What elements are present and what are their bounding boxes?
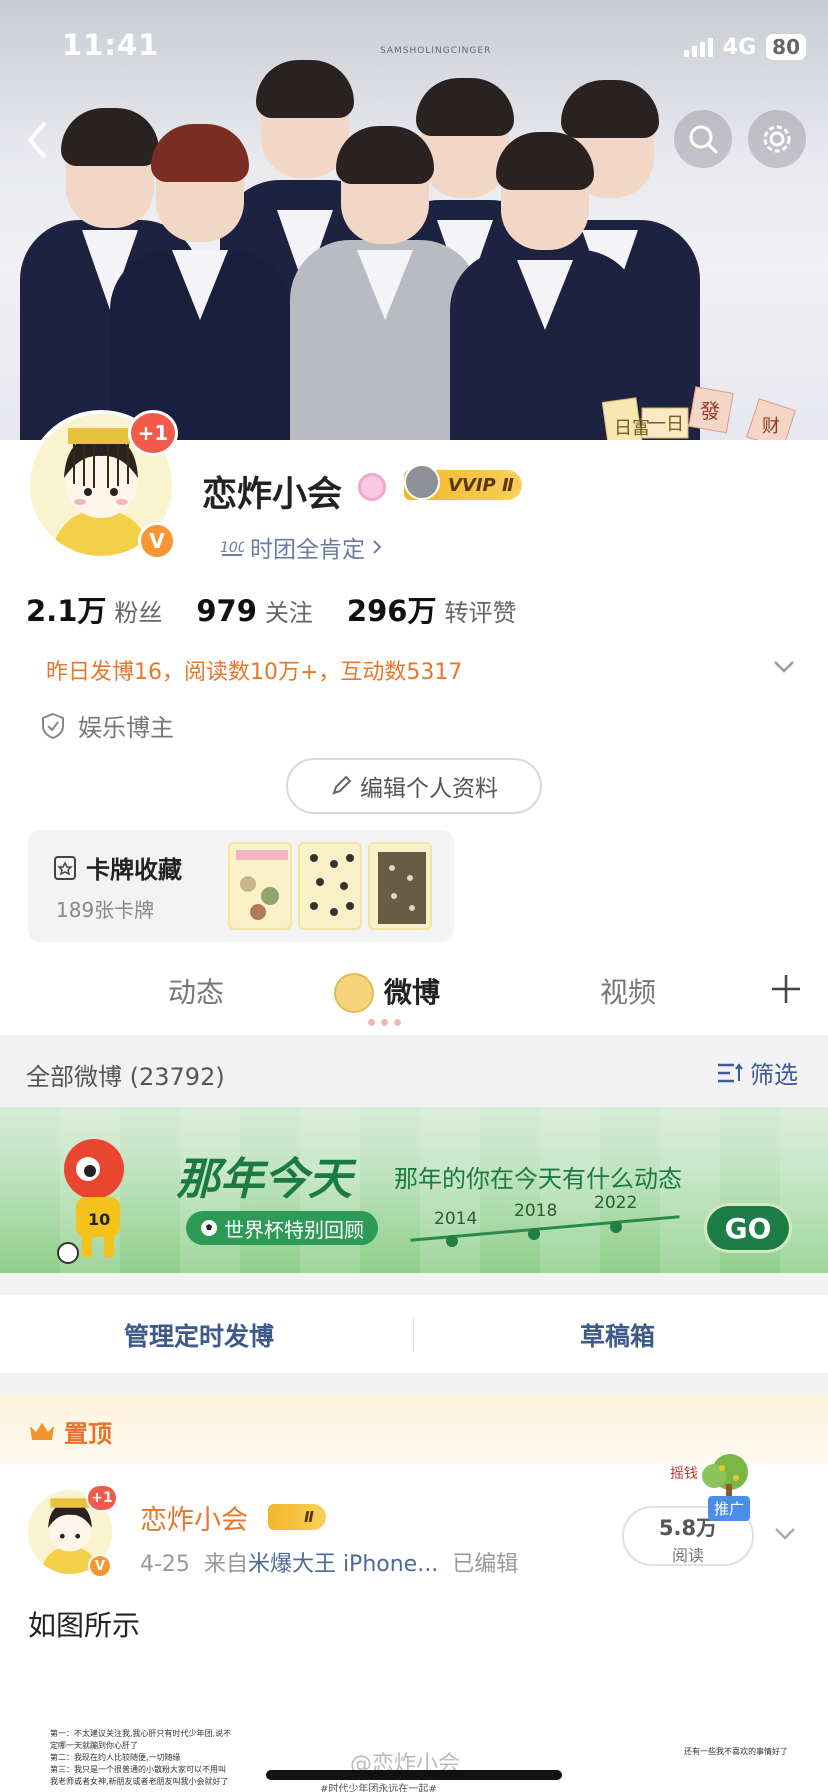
timeline-dot <box>528 1228 540 1240</box>
timeline-dot <box>610 1221 622 1233</box>
status-time: 11:41 <box>62 28 160 62</box>
post-avatar-badge: +1 <box>86 1484 118 1512</box>
mascot-number: 10 <box>88 1210 110 1229</box>
card-collection-title: 卡牌收藏 <box>52 850 182 885</box>
post-vip-badge[interactable]: Ⅱ <box>268 1504 326 1530</box>
post-image-text[interactable]: 第一：不太建议关注我,我心肝只有时代少年团,说不 定哪一天就蹦到你心肝了 第二：… <box>50 1728 280 1792</box>
hashtag: #时代少年团永远在一起# <box>320 1784 437 1792</box>
search-button[interactable] <box>674 110 732 168</box>
status-indicators: 4G 80 <box>683 34 806 60</box>
home-indicator[interactable] <box>266 1770 562 1780</box>
sticker-text: 一日 <box>648 414 684 435</box>
hundred-icon: 100 <box>220 540 244 556</box>
vvip-avatar-icon <box>404 464 440 500</box>
collected-card[interactable] <box>228 842 292 930</box>
promo-subtitle: 那年的你在今天有什么动态 <box>394 1165 682 1193</box>
on-this-day-banner[interactable]: 10 那年今天 那年的你在今天有什么动态 世界杯特别回顾 2014 2018 2… <box>0 1107 828 1273</box>
profile-avatar[interactable]: +1 V <box>26 410 178 560</box>
timeline-year: 2018 <box>514 1201 558 1221</box>
football-icon <box>201 1220 217 1236</box>
gear-icon <box>763 125 791 153</box>
tab-dynamic[interactable]: 动态 <box>168 971 224 1011</box>
filter-button[interactable]: 筛选 <box>716 1055 798 1090</box>
blogger-type[interactable]: 娱乐博主 <box>40 708 174 743</box>
promote-tag[interactable]: 推广 <box>708 1496 751 1521</box>
collected-card[interactable] <box>298 842 362 930</box>
battery-icon: 80 <box>766 34 806 60</box>
search-icon <box>689 125 718 154</box>
network-type: 4G <box>722 34 757 60</box>
timeline-dot <box>446 1235 458 1247</box>
chevron-down-icon[interactable] <box>772 1520 798 1546</box>
add-tab-icon[interactable] <box>770 973 802 1005</box>
stat-following[interactable]: 979 关注 <box>196 593 313 628</box>
divider <box>413 1317 414 1351</box>
settings-button[interactable] <box>748 110 806 168</box>
post-author[interactable]: 恋炸小会 <box>140 1498 248 1537</box>
sticker-text: 日富 <box>614 418 650 439</box>
tab-indicator <box>368 1019 401 1026</box>
stat-fans[interactable]: 2.1万 粉丝 <box>26 588 162 630</box>
scheduled-posts-button[interactable]: 管理定时发博 <box>124 1317 274 1353</box>
profile-tabs: 动态 微博 视频 <box>0 955 828 1035</box>
post-edited: 已编辑 <box>452 1552 519 1577</box>
gift-icon[interactable] <box>358 473 386 501</box>
banner-tag: SAMSHOLINGCINGER <box>380 46 492 56</box>
post-actions: 管理定时发博 草稿箱 <box>0 1295 828 1373</box>
post-image-text-right[interactable]: 还有一些我不喜欢的事情好了 <box>684 1746 788 1757</box>
avatar-badge: +1 <box>128 410 178 456</box>
profile-name: 恋炸小会 <box>202 475 343 515</box>
sticker-text: 發 <box>700 399 720 423</box>
timeline-year: 2014 <box>434 1209 478 1229</box>
tree-label: 摇钱 <box>670 1466 698 1482</box>
profile-banner[interactable]: 11:41 SAMSHOLINGCINGER 4G 80 日富 一日 發 财 <box>0 0 828 440</box>
card-count: 189张卡牌 <box>56 898 155 922</box>
post-date: 4-25 <box>140 1552 190 1577</box>
edit-profile-button[interactable]: 编辑个人资料 <box>286 758 542 814</box>
group-label: 时团全肯定 <box>250 537 365 563</box>
stat-interactions[interactable]: 296万 转评赞 <box>347 588 517 630</box>
all-weibo-label[interactable]: 全部微博 (23792) <box>26 1057 225 1092</box>
post-source: 米爆大王 iPhone... <box>247 1552 439 1577</box>
timeline-year: 2022 <box>594 1193 638 1213</box>
read-label: 阅读 <box>671 1546 704 1565</box>
pinned-post[interactable]: 置顶 摇钱 +1 V 恋炸小会 Ⅱ 4-25 来自米爆大王 iPhone... … <box>0 1394 828 1792</box>
card-collection[interactable]: 卡牌收藏 189张卡牌 <box>28 830 454 942</box>
post-source-prefix: 来自 <box>203 1552 248 1577</box>
profile-stats: 2.1万 粉丝 979 关注 296万 转评赞 <box>26 588 516 630</box>
banner-person <box>110 120 290 440</box>
pinned-label: 置顶 <box>28 1414 112 1449</box>
blogger-label: 娱乐博主 <box>78 714 174 742</box>
tab-video[interactable]: 视频 <box>600 971 656 1011</box>
chevron-down-icon[interactable] <box>770 652 798 680</box>
back-icon[interactable] <box>22 118 52 162</box>
daily-summary[interactable]: 昨日发博16，阅读数10万+，互动数5317 <box>46 654 462 686</box>
sticker-text: 财 <box>762 416 780 437</box>
drafts-button[interactable]: 草稿箱 <box>580 1317 655 1353</box>
crown-icon <box>334 973 374 1013</box>
signal-icon <box>683 37 713 57</box>
fortune-sticker: 日富 一日 發 财 <box>602 386 796 440</box>
crown-icon <box>30 1422 54 1440</box>
tab-weibo[interactable]: 微博 <box>384 971 440 1011</box>
shield-icon <box>42 712 64 739</box>
card-icon <box>54 855 76 880</box>
post-verified-badge: V <box>88 1554 112 1578</box>
go-button[interactable]: GO <box>704 1203 792 1253</box>
pencil-icon <box>332 775 352 795</box>
mascot-icon: 10 <box>57 1139 124 1264</box>
filter-icon <box>718 1062 743 1082</box>
collected-card[interactable] <box>368 842 432 930</box>
world-cup-badge: 世界杯特别回顾 <box>186 1211 378 1245</box>
group-tag[interactable]: 100 时团全肯定 <box>220 530 383 564</box>
verified-badge: V <box>138 522 176 560</box>
promo-title: 那年今天 <box>176 1154 352 1205</box>
post-text: 如图所示 <box>28 1609 141 1642</box>
post-meta: 4-25 来自米爆大王 iPhone... 已编辑 <box>140 1546 518 1578</box>
chevron-right-icon <box>373 540 382 554</box>
feed-header: 全部微博 (23792) 筛选 <box>0 1035 828 1107</box>
svg-text:100: 100 <box>220 540 244 556</box>
